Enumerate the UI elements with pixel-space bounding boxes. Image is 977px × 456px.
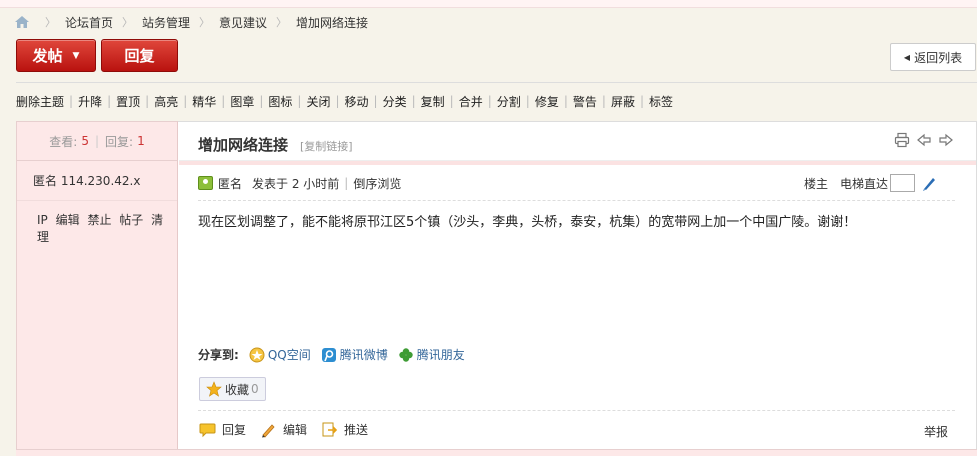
- back-to-list-label: 返回列表: [914, 50, 963, 65]
- post-recommend-label: 推送: [344, 423, 369, 437]
- breadcrumb-separator: 〉: [45, 16, 56, 29]
- mod-tags[interactable]: 标签: [649, 93, 673, 110]
- reply-button[interactable]: 回复: [101, 39, 178, 72]
- mod-sticky[interactable]: 置顶: [116, 93, 140, 110]
- author-ip-link[interactable]: IP: [37, 213, 48, 227]
- new-post-label: 发帖: [32, 47, 63, 65]
- replies-label: 回复:: [105, 134, 134, 149]
- left-arrow-icon: ◀: [903, 52, 911, 62]
- author-posts-link[interactable]: 帖子: [119, 213, 143, 227]
- views-label: 查看:: [49, 134, 78, 149]
- pencil-icon: [262, 424, 275, 438]
- favorite-label: 收藏: [225, 382, 250, 397]
- breadcrumb: 〉 论坛首页 〉 站务管理 〉 意见建议 〉 增加网络连接: [14, 12, 368, 32]
- author-sidebar: 查看: 5 | 回复: 1 匿名 114.230.42.x IP 编辑 禁止 帖…: [16, 121, 178, 456]
- print-icon[interactable]: [894, 132, 910, 148]
- home-icon[interactable]: [14, 15, 30, 29]
- divider: [198, 410, 955, 411]
- divider: [16, 82, 977, 83]
- title-divider: [179, 161, 976, 165]
- replies-count: 1: [137, 134, 145, 148]
- favorite-button[interactable]: 收藏 0: [199, 377, 266, 401]
- mod-block[interactable]: 屏蔽: [611, 93, 635, 110]
- share-bar: 分享到: QQ空间 腾讯微博 腾讯朋友: [198, 346, 475, 363]
- mod-close[interactable]: 关闭: [306, 93, 330, 110]
- post-reply-label: 回复: [222, 423, 247, 437]
- tencent-weibo-icon: [321, 347, 336, 362]
- mod-delete-thread[interactable]: 删除主题: [16, 93, 64, 110]
- floor-label: 楼主: [803, 176, 828, 191]
- post-edit-action[interactable]: 编辑: [260, 421, 307, 438]
- clover-icon: [399, 347, 413, 362]
- thread-stats: 查看: 5 | 回复: 1: [17, 122, 177, 161]
- mod-digest[interactable]: 精华: [192, 93, 216, 110]
- mod-move[interactable]: 移动: [345, 93, 369, 110]
- bottom-strip: [16, 449, 977, 456]
- floor-jump-input[interactable]: [890, 174, 915, 192]
- share-label: 分享到:: [198, 348, 239, 362]
- mod-split[interactable]: 分割: [497, 93, 521, 110]
- dropdown-caret-icon: ▼: [72, 50, 80, 61]
- mod-bump[interactable]: 升降: [78, 93, 102, 110]
- jump-go-icon[interactable]: [921, 175, 937, 191]
- user-icon: [198, 176, 213, 190]
- floor-nav: 楼主 电梯直达: [804, 174, 937, 192]
- thread-title-row: 增加网络连接 [复制链接]: [179, 122, 976, 161]
- share-qzone[interactable]: QQ空间: [249, 346, 311, 363]
- post-author-label: 匿名: [218, 176, 243, 191]
- reverse-view-link[interactable]: 倒序浏览: [353, 175, 401, 192]
- breadcrumb-forum-home[interactable]: 论坛首页: [65, 14, 113, 31]
- copy-link-button[interactable]: [复制链接]: [300, 138, 353, 154]
- mod-category[interactable]: 分类: [383, 93, 407, 110]
- breadcrumb-suggestions[interactable]: 意见建议: [219, 14, 267, 31]
- share-tencent-friends-label: 腾讯朋友: [416, 348, 465, 362]
- mod-copy[interactable]: 复制: [421, 93, 445, 110]
- reply-label: 回复: [124, 47, 155, 65]
- speech-bubble-icon: [199, 423, 216, 438]
- post-actions: 回复 编辑 推送: [199, 421, 382, 438]
- mod-highlight[interactable]: 高亮: [154, 93, 178, 110]
- post-reply-action[interactable]: 回复: [199, 421, 246, 438]
- title-icons: [894, 132, 954, 148]
- author-edit-link[interactable]: 编辑: [56, 213, 80, 227]
- author-ban-link[interactable]: 禁止: [87, 213, 111, 227]
- star-icon: [206, 381, 222, 397]
- post-edit-label: 编辑: [283, 423, 308, 437]
- views-count: 5: [81, 134, 89, 148]
- post-recommend-action[interactable]: 推送: [321, 421, 368, 438]
- mod-repair[interactable]: 修复: [535, 93, 559, 110]
- share-tencent-friends[interactable]: 腾讯朋友: [398, 346, 465, 363]
- divider: [198, 200, 955, 201]
- post-time: 发表于 2 小时前: [252, 176, 340, 191]
- new-post-button[interactable]: 发帖 ▼: [16, 39, 96, 72]
- share-tencent-weibo[interactable]: 腾讯微博: [321, 346, 388, 363]
- next-thread-icon[interactable]: [938, 132, 954, 148]
- share-document-icon: [322, 422, 338, 437]
- post-meta: 匿名 发表于 2 小时前 | 倒序浏览: [198, 174, 401, 192]
- jump-label: 电梯直达: [839, 176, 888, 191]
- share-tencent-weibo-label: 腾讯微博: [339, 348, 388, 362]
- author-name: 匿名 114.230.42.x: [17, 161, 177, 201]
- report-link[interactable]: 举报: [924, 423, 948, 440]
- thread-title: 增加网络连接: [198, 136, 289, 154]
- breadcrumb-separator: 〉: [276, 16, 288, 29]
- mod-merge[interactable]: 合并: [459, 93, 483, 110]
- qzone-icon: [249, 347, 265, 362]
- mod-stamp[interactable]: 图章: [230, 93, 254, 110]
- share-qzone-label: QQ空间: [267, 348, 311, 362]
- mod-icon[interactable]: 图标: [268, 93, 292, 110]
- post-content: 现在区划调整了，能不能将原邗江区5个镇（沙头，李典，头桥，泰安，杭集）的宽带网上…: [198, 215, 857, 230]
- breadcrumb-site-admin[interactable]: 站务管理: [142, 14, 190, 31]
- author-admin-actions: IP 编辑 禁止 帖子 清理: [17, 201, 177, 245]
- top-strip: [0, 0, 977, 8]
- mod-warn[interactable]: 警告: [573, 93, 597, 110]
- previous-thread-icon[interactable]: [916, 132, 932, 148]
- favorite-count: 0: [251, 382, 259, 396]
- breadcrumb-current-thread[interactable]: 增加网络连接: [296, 14, 368, 31]
- breadcrumb-separator: 〉: [122, 16, 134, 29]
- back-to-list-button[interactable]: ◀ 返回列表: [890, 43, 976, 71]
- breadcrumb-separator: 〉: [199, 16, 211, 29]
- moderation-toolbar: 删除主题 | 升降 | 置顶 | 高亮 | 精华 | 图章 | 图标 | 关闭 | 移动 | 分类…: [16, 93, 674, 110]
